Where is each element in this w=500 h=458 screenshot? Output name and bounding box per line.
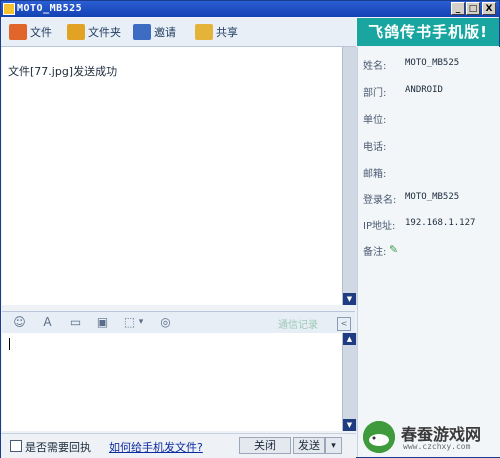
minimize-icon: _	[455, 4, 461, 14]
site-watermark: 春蚕游戏网 www.czchxy.com	[363, 419, 499, 457]
receipt-checkbox[interactable]	[10, 440, 22, 452]
file-send-icon	[9, 24, 27, 40]
info-row-phone: 电话:	[363, 138, 405, 154]
invite-icon	[133, 24, 151, 40]
message-history[interactable]: 文件[77.jpg]发送成功	[2, 47, 342, 305]
chat-window: MOTO_MB525 _ □ X 文件 文件夹 邀请 共享 飞鸽传书手机版! 文…	[0, 0, 500, 458]
info-value: ANDROID	[405, 85, 443, 95]
info-row-note: 备注: ✎	[363, 243, 398, 259]
message-text: 文件[77.jpg]发送成功	[8, 65, 118, 78]
share-label: 共享	[216, 26, 238, 39]
close-icon: X	[485, 4, 493, 14]
promo-banner: 飞鸽传书手机版!	[357, 18, 499, 46]
image-icon[interactable]: ▣	[95, 315, 110, 330]
close-window-button[interactable]: X	[482, 2, 496, 15]
edit-pencil-icon[interactable]: ✎	[389, 243, 398, 259]
folder-send-icon	[67, 24, 85, 40]
collapse-panel-icon[interactable]: <	[337, 317, 351, 331]
title-bar[interactable]: MOTO_MB525 _ □ X	[1, 1, 499, 17]
send-button[interactable]: 发送	[293, 437, 325, 454]
info-label: 登录名:	[363, 195, 397, 206]
emoji-icon[interactable]: ☺	[12, 315, 27, 330]
receipt-checkbox-label: 是否需要回执	[25, 441, 91, 454]
send-options-button[interactable]: ▾	[325, 437, 342, 454]
info-row-login: 登录名: MOTO_MB525	[363, 191, 459, 207]
screenshot-icon[interactable]: ⬚	[122, 315, 137, 330]
shake-icon[interactable]: ◎	[158, 315, 173, 330]
message-scrollbar[interactable]: ▼	[342, 47, 357, 305]
invite-label: 邀请	[154, 26, 176, 39]
info-label: 电话:	[363, 142, 387, 153]
send-file-label: 文件	[30, 26, 52, 39]
info-label: 单位:	[363, 115, 387, 126]
info-value: MOTO_MB525	[405, 58, 460, 68]
scroll-up-icon[interactable]: ▲	[343, 333, 356, 345]
info-row-company: 单位:	[363, 111, 405, 127]
scroll-down-icon[interactable]: ▼	[343, 293, 356, 305]
info-label: 邮箱:	[363, 169, 387, 180]
watermark-url: www.czchxy.com	[403, 442, 471, 451]
invite-button[interactable]: 邀请	[133, 23, 176, 41]
send-file-button[interactable]: 文件	[9, 23, 52, 41]
message-input[interactable]	[2, 333, 342, 431]
send-folder-button[interactable]: 文件夹	[67, 23, 121, 41]
info-label: IP地址:	[363, 221, 396, 232]
dropdown-arrow-icon[interactable]: ▾	[136, 315, 146, 330]
info-row-department: 部门: ANDROID	[363, 84, 443, 100]
chevron-down-icon: ▾	[331, 441, 336, 451]
help-link[interactable]: 如何给手机发文件?	[109, 439, 203, 455]
info-row-ip: IP地址: 192.168.1.127	[363, 217, 475, 233]
share-button[interactable]: 共享	[195, 23, 238, 41]
maximize-icon: □	[468, 4, 478, 14]
close-button[interactable]: 关闭	[239, 437, 291, 454]
share-folder-icon	[195, 24, 213, 40]
message-bubble-icon[interactable]: ▭	[68, 315, 83, 330]
info-label: 备注:	[363, 247, 387, 258]
silkworm-logo-icon	[363, 421, 395, 453]
main-toolbar: 文件 文件夹 邀请 共享	[1, 18, 356, 47]
format-toolbar: ☺ A ▭ ▣ ⬚ ▾ ◎ 通信记录 <	[2, 311, 355, 335]
minimize-button[interactable]: _	[451, 2, 465, 15]
info-label: 姓名:	[363, 61, 387, 72]
info-row-name: 姓名: MOTO_MB525	[363, 57, 459, 73]
history-link[interactable]: 通信记录	[278, 316, 318, 331]
maximize-button[interactable]: □	[466, 2, 480, 15]
input-scrollbar[interactable]: ▲ ▼	[342, 333, 357, 431]
bottom-bar: 是否需要回执 如何给手机发文件? 关闭 发送 ▾	[1, 433, 356, 458]
window-title: MOTO_MB525	[17, 3, 83, 14]
send-folder-label: 文件夹	[88, 26, 121, 39]
info-row-email: 邮箱:	[363, 165, 405, 181]
font-icon[interactable]: A	[40, 315, 55, 330]
info-value: 192.168.1.127	[405, 218, 476, 228]
text-caret	[9, 338, 10, 350]
info-label: 部门:	[363, 88, 387, 99]
contact-info-panel: 姓名: MOTO_MB525 部门: ANDROID 单位: 电话: 邮箱: 登…	[357, 47, 500, 457]
info-value: MOTO_MB525	[405, 192, 460, 202]
app-icon	[3, 3, 15, 15]
scroll-down-icon[interactable]: ▼	[343, 419, 356, 431]
